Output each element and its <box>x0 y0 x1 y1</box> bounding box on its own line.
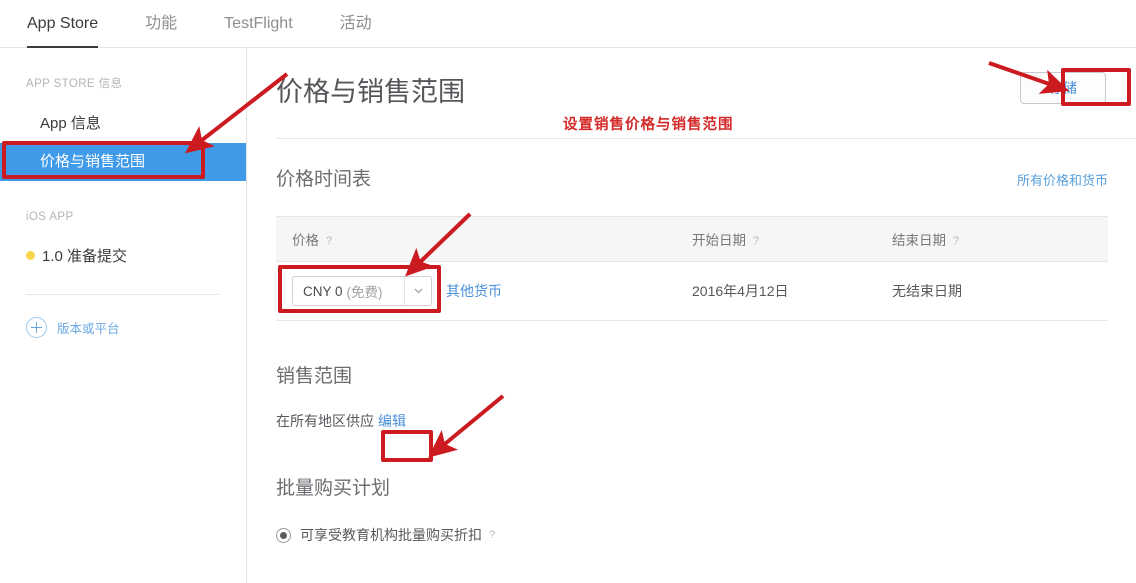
column-header-end-date: 结束日期? <box>876 216 1108 262</box>
sidebar-section-app-store-info: APP STORE 信息 <box>26 78 123 90</box>
price-schedule-section: 价格时间表 所有价格和货币 价格? 开始日期? 结束日期? CNY 0 (免费)… <box>248 140 1136 321</box>
tab-app-store[interactable]: App Store <box>27 0 99 48</box>
vpp-option-row: 可享受教育机构批量购买折扣 ? <box>276 525 1108 545</box>
column-label-price: 价格 <box>292 233 319 248</box>
table-header-row: 价格? 开始日期? 结束日期? <box>276 216 1108 262</box>
column-label-end-date: 结束日期 <box>892 233 946 248</box>
page-header: 价格与销售范围 存储 <box>248 48 1136 140</box>
volume-purchase-program-title: 批量购买计划 <box>276 478 391 499</box>
plus-circle-icon <box>26 317 47 338</box>
availability-line: 在所有地区供应 编辑 <box>276 411 1108 431</box>
column-label-start-date: 开始日期 <box>692 233 746 248</box>
sidebar-item-label: 价格与销售范围 <box>40 153 146 170</box>
top-navigation-bar: App Store 功能 TestFlight 活动 <box>0 0 1136 48</box>
sidebar-item-app-info[interactable]: App 信息 <box>0 105 246 143</box>
help-icon[interactable]: ? <box>953 235 959 247</box>
cell-start-date: 2016年4月12日 <box>676 261 876 321</box>
main-content: 价格与销售范围 存储 价格时间表 所有价格和货币 价格? 开始日期? 结束日期? <box>248 48 1136 583</box>
other-currency-link[interactable]: 其他货币 <box>446 281 502 301</box>
help-icon[interactable]: ? <box>326 235 332 247</box>
help-icon[interactable]: ? <box>489 529 495 541</box>
add-version-or-platform-label: 版本或平台 <box>57 322 120 336</box>
cell-price: CNY 0 (免费) 其他货币 <box>276 261 676 321</box>
chevron-down-icon[interactable] <box>404 277 431 305</box>
cell-end-date: 无结束日期 <box>876 261 1108 321</box>
sidebar-section-ios-app: iOS APP <box>26 211 74 223</box>
column-header-start-date: 开始日期? <box>676 216 876 262</box>
add-version-or-platform-button[interactable]: 版本或平台 <box>0 317 246 338</box>
sidebar-divider <box>26 294 220 295</box>
top-nav-tabs: App Store 功能 TestFlight 活动 <box>0 0 1136 48</box>
table-header: 价格? 开始日期? 结束日期? <box>276 216 1108 262</box>
vpp-option-label: 可享受教育机构批量购买折扣 <box>300 527 482 543</box>
save-button[interactable]: 存储 <box>1020 72 1106 104</box>
sidebar-item-version-1-0[interactable]: 1.0 准备提交 <box>0 238 246 276</box>
radio-education-discount[interactable] <box>276 527 291 543</box>
sidebar-item-pricing-availability[interactable]: 价格与销售范围 <box>0 143 246 181</box>
price-select-value: CNY 0 <box>303 283 343 299</box>
price-cell-content: CNY 0 (免费) 其他货币 <box>292 276 676 306</box>
price-schedule-table: 价格? 开始日期? 结束日期? CNY 0 (免费) 其他货币 2016年4月1… <box>276 216 1108 321</box>
tab-activity[interactable]: 活动 <box>340 0 372 34</box>
page-title: 价格与销售范围 <box>276 77 465 107</box>
header-divider <box>276 138 1136 139</box>
column-header-price: 价格? <box>276 216 676 262</box>
sidebar-version-label: 1.0 准备提交 <box>42 248 128 265</box>
price-select[interactable]: CNY 0 (免费) <box>292 276 432 306</box>
tab-features[interactable]: 功能 <box>145 0 177 34</box>
sidebar: APP STORE 信息 App 信息 价格与销售范围 iOS APP 1.0 … <box>0 48 247 583</box>
sidebar-item-label: App 信息 <box>40 115 101 132</box>
availability-text: 在所有地区供应 <box>276 413 374 429</box>
table-row: CNY 0 (免费) 其他货币 2016年4月12日 无结束日期 <box>276 261 1108 321</box>
price-select-suffix: (免费) <box>346 285 383 300</box>
price-schedule-title: 价格时间表 <box>276 169 372 190</box>
tab-testflight[interactable]: TestFlight <box>224 0 292 34</box>
availability-section: 销售范围 在所有地区供应 编辑 <box>248 321 1136 431</box>
status-dot-icon <box>26 251 35 260</box>
availability-title: 销售范围 <box>276 366 353 387</box>
edit-availability-link[interactable]: 编辑 <box>378 411 406 431</box>
volume-purchase-program-section: 批量购买计划 可享受教育机构批量购买折扣 ? <box>248 431 1136 545</box>
all-prices-and-currencies-link[interactable]: 所有价格和货币 <box>1017 170 1108 189</box>
help-icon[interactable]: ? <box>753 235 759 247</box>
